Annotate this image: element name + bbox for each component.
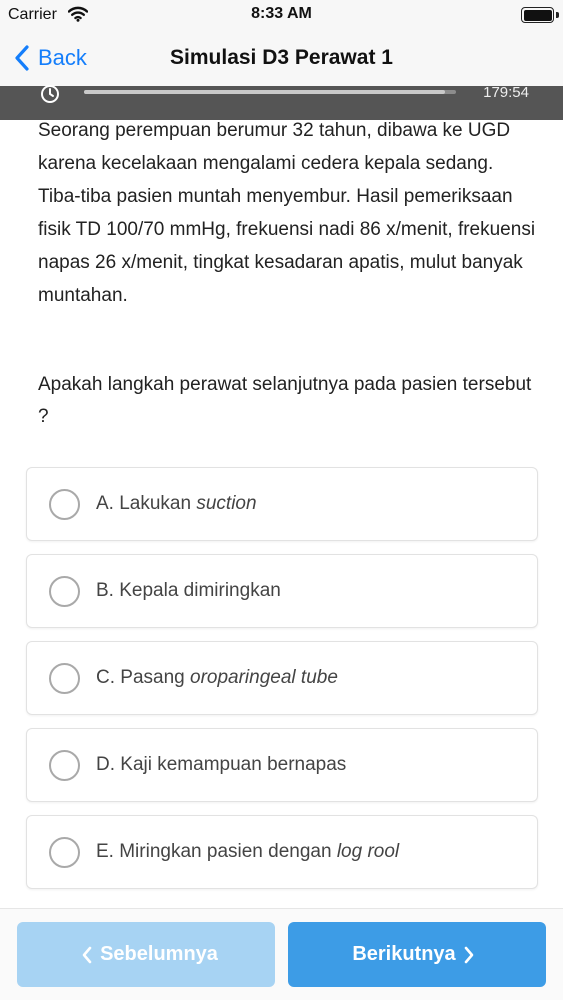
question-stem: Seorang perempuan berumur 32 tahun, diba… (38, 120, 536, 306)
timer-progress-track (84, 90, 456, 94)
timer-remaining: 179:54 (483, 84, 529, 101)
radio-button[interactable] (49, 749, 80, 781)
answer-options: A. Lakukan suction B. Kepala dimiringkan… (26, 467, 538, 902)
bottom-bar: Sebelumnya Berikutnya (0, 908, 563, 1000)
chevron-left-icon (82, 946, 92, 963)
battery-level (523, 9, 552, 21)
stopwatch-icon (40, 84, 60, 109)
radio-button[interactable] (49, 575, 80, 607)
option-label: D. Kaji kemampuan bernapas (96, 754, 347, 775)
radio-button[interactable] (49, 662, 80, 694)
navigation-bar: Back Simulasi D3 Perawat 1 (0, 30, 563, 86)
question-prompt: Apakah langkah perawat selanjutnya pada … (38, 374, 532, 427)
option-label: C. Pasang oroparingeal tube (96, 667, 338, 688)
status-bar: Carrier 8:33 AM (0, 0, 563, 30)
previous-button[interactable]: Sebelumnya (17, 922, 275, 987)
timer-progress-fill (84, 90, 445, 94)
radio-button[interactable] (49, 488, 80, 520)
previous-label: Sebelumnya (100, 943, 218, 965)
next-button[interactable]: Berikutnya (288, 922, 546, 987)
chevron-right-icon (464, 946, 473, 963)
radio-button[interactable] (49, 836, 80, 868)
option-label: E. Miringkan pasien dengan log rool (96, 841, 400, 862)
option-label: A. Lakukan suction (96, 493, 257, 514)
page-title: Simulasi D3 Perawat 1 (170, 46, 393, 69)
battery-icon (521, 7, 554, 23)
next-label: Berikutnya (352, 943, 456, 965)
answer-option-c[interactable]: C. Pasang oroparingeal tube (26, 641, 538, 715)
option-label: B. Kepala dimiringkan (96, 580, 281, 601)
answer-option-a[interactable]: A. Lakukan suction (26, 467, 538, 541)
clock-time: 8:33 AM (251, 5, 312, 22)
battery-nub (556, 12, 559, 18)
answer-option-d[interactable]: D. Kaji kemampuan bernapas (26, 728, 538, 802)
timer-bar: 179:54 (0, 84, 563, 120)
answer-option-b[interactable]: B. Kepala dimiringkan (26, 554, 538, 628)
answer-option-e[interactable]: E. Miringkan pasien dengan log rool (26, 815, 538, 889)
